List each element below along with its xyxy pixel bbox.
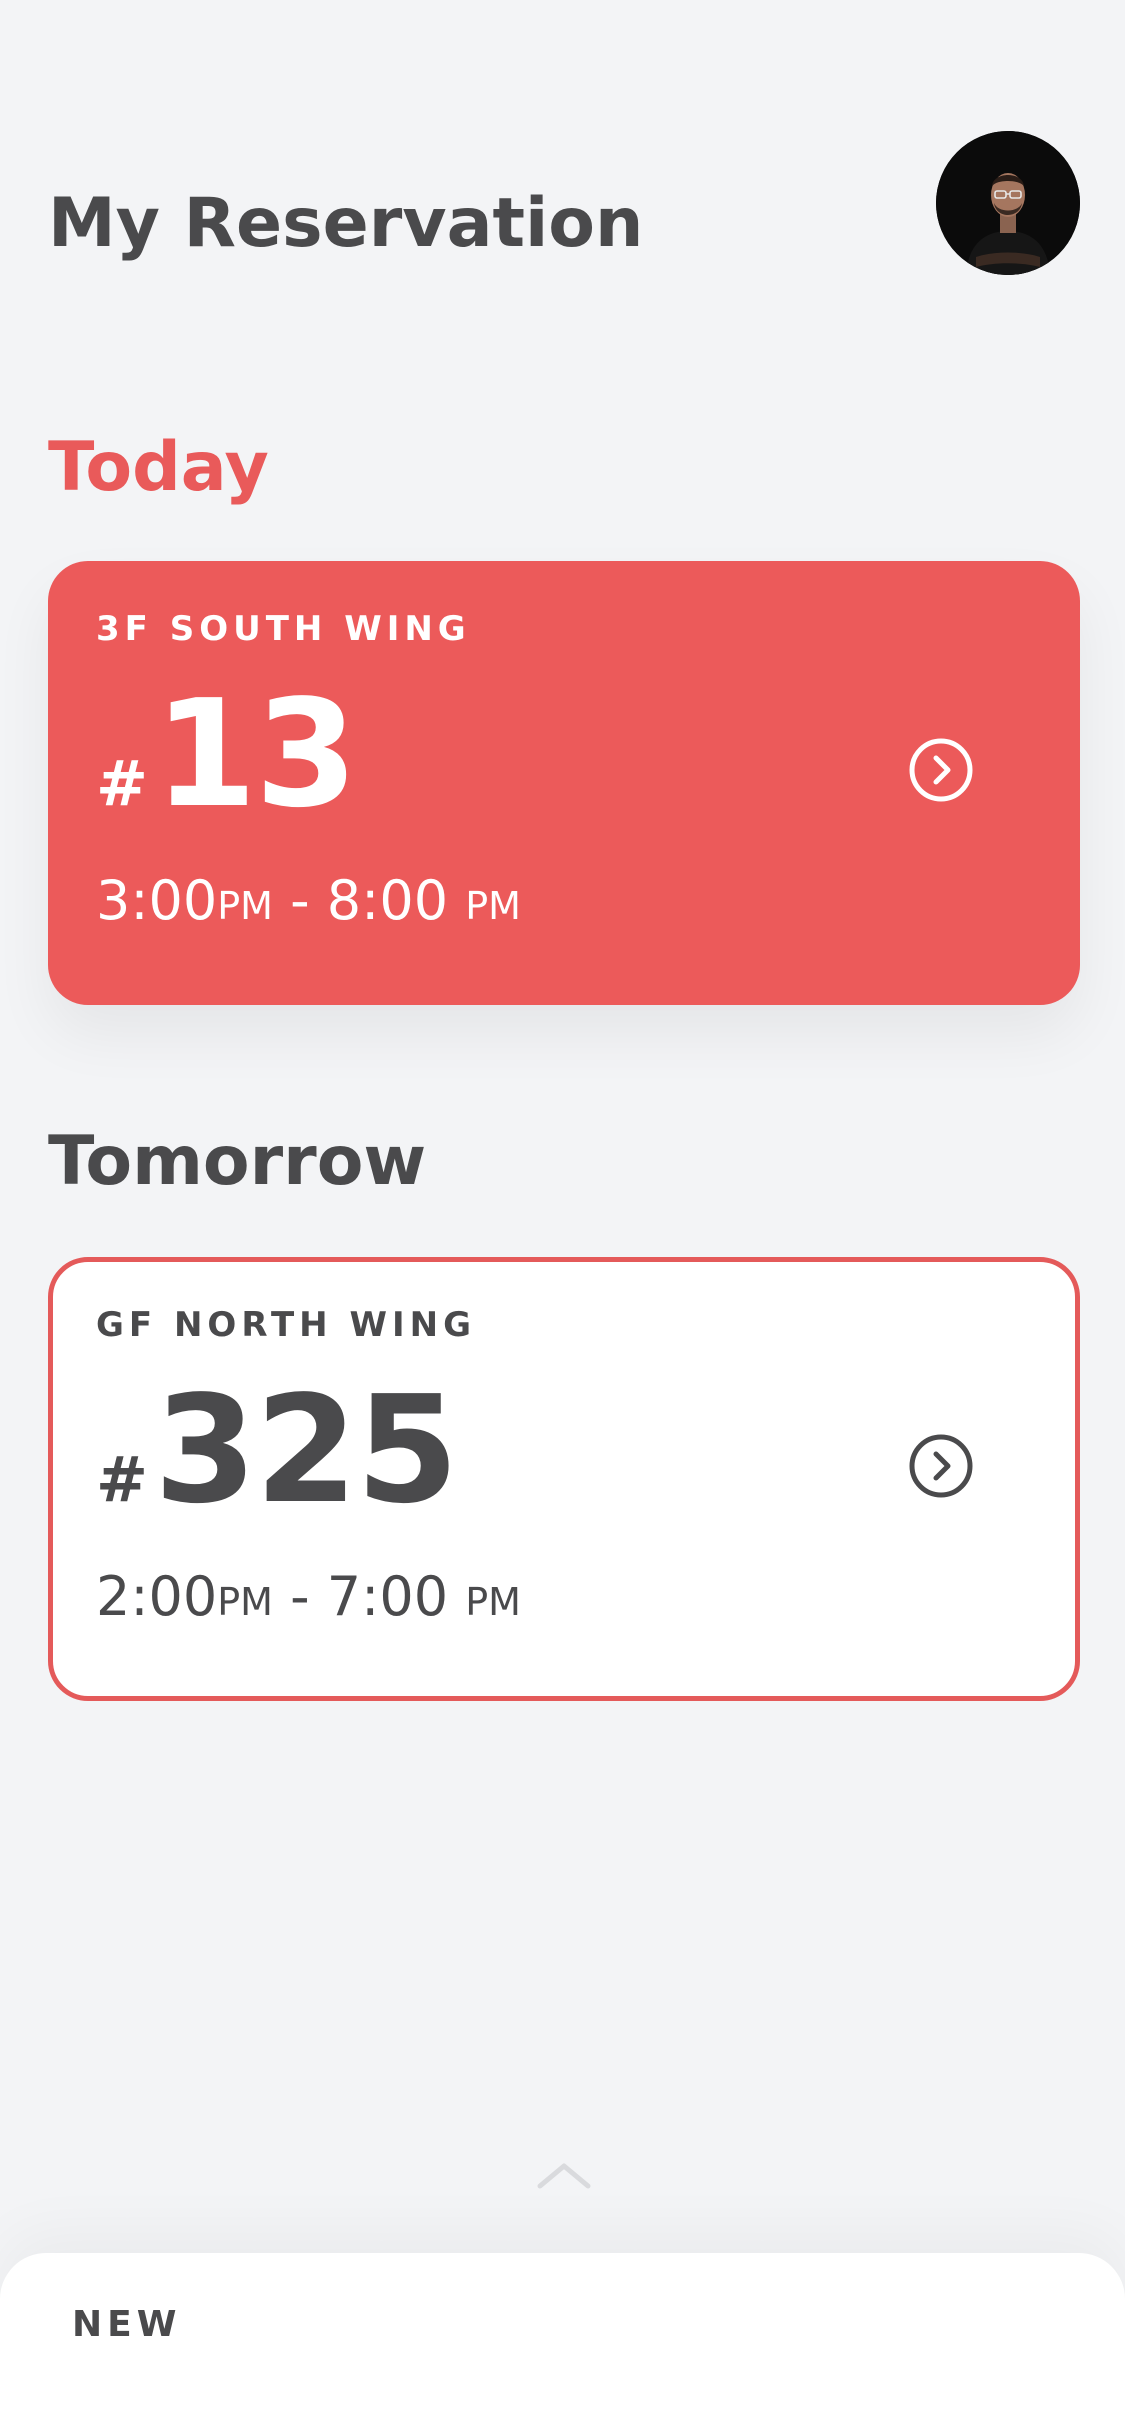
chevron-right-circle-icon[interactable] [908,1433,974,1499]
card-time-end-ampm: PM [465,1580,521,1624]
card-time-start-ampm: PM [217,1580,273,1624]
card-time-end: 8:00 [326,869,466,932]
card-room-number-value: 325 [153,1364,459,1536]
avatar[interactable] [936,131,1080,275]
card-room-hash: # [96,747,148,820]
bottom-sheet-label[interactable]: NEW [72,2303,181,2347]
section-heading-tomorrow: Tomorrow [48,1122,427,1201]
card-time-start: 2:00 [96,1565,218,1628]
card-room-hash: # [96,1443,148,1516]
reservation-card-tomorrow[interactable]: GF NORTH WING # 325 2:00PM - 7:00 PM [48,1257,1080,1701]
page-title: My Reservation [48,184,644,263]
reservation-card-today[interactable]: 3F SOUTH WING # 13 3:00PM - 8:00 PM [48,561,1080,1005]
bottom-sheet[interactable]: NEW [0,2253,1125,2436]
card-time-separator: - [272,869,327,932]
avatar-photo-icon [936,131,1080,275]
card-time-range: 3:00PM - 8:00 PM [96,869,521,938]
card-time-start: 3:00 [96,869,218,932]
chevron-up-icon[interactable] [536,2160,592,2190]
card-time-start-ampm: PM [217,884,273,928]
section-heading-today: Today [48,428,269,507]
chevron-right-circle-icon[interactable] [908,737,974,803]
card-room-number: # 325 [96,1364,459,1555]
card-time-separator: - [272,1565,327,1628]
card-time-range: 2:00PM - 7:00 PM [96,1565,521,1634]
card-location: 3F SOUTH WING [96,609,471,649]
card-room-number: # 13 [96,668,358,859]
card-time-end-ampm: PM [465,884,521,928]
card-location: GF NORTH WING [96,1305,476,1345]
card-time-end: 7:00 [326,1565,466,1628]
card-room-number-value: 13 [153,668,358,840]
